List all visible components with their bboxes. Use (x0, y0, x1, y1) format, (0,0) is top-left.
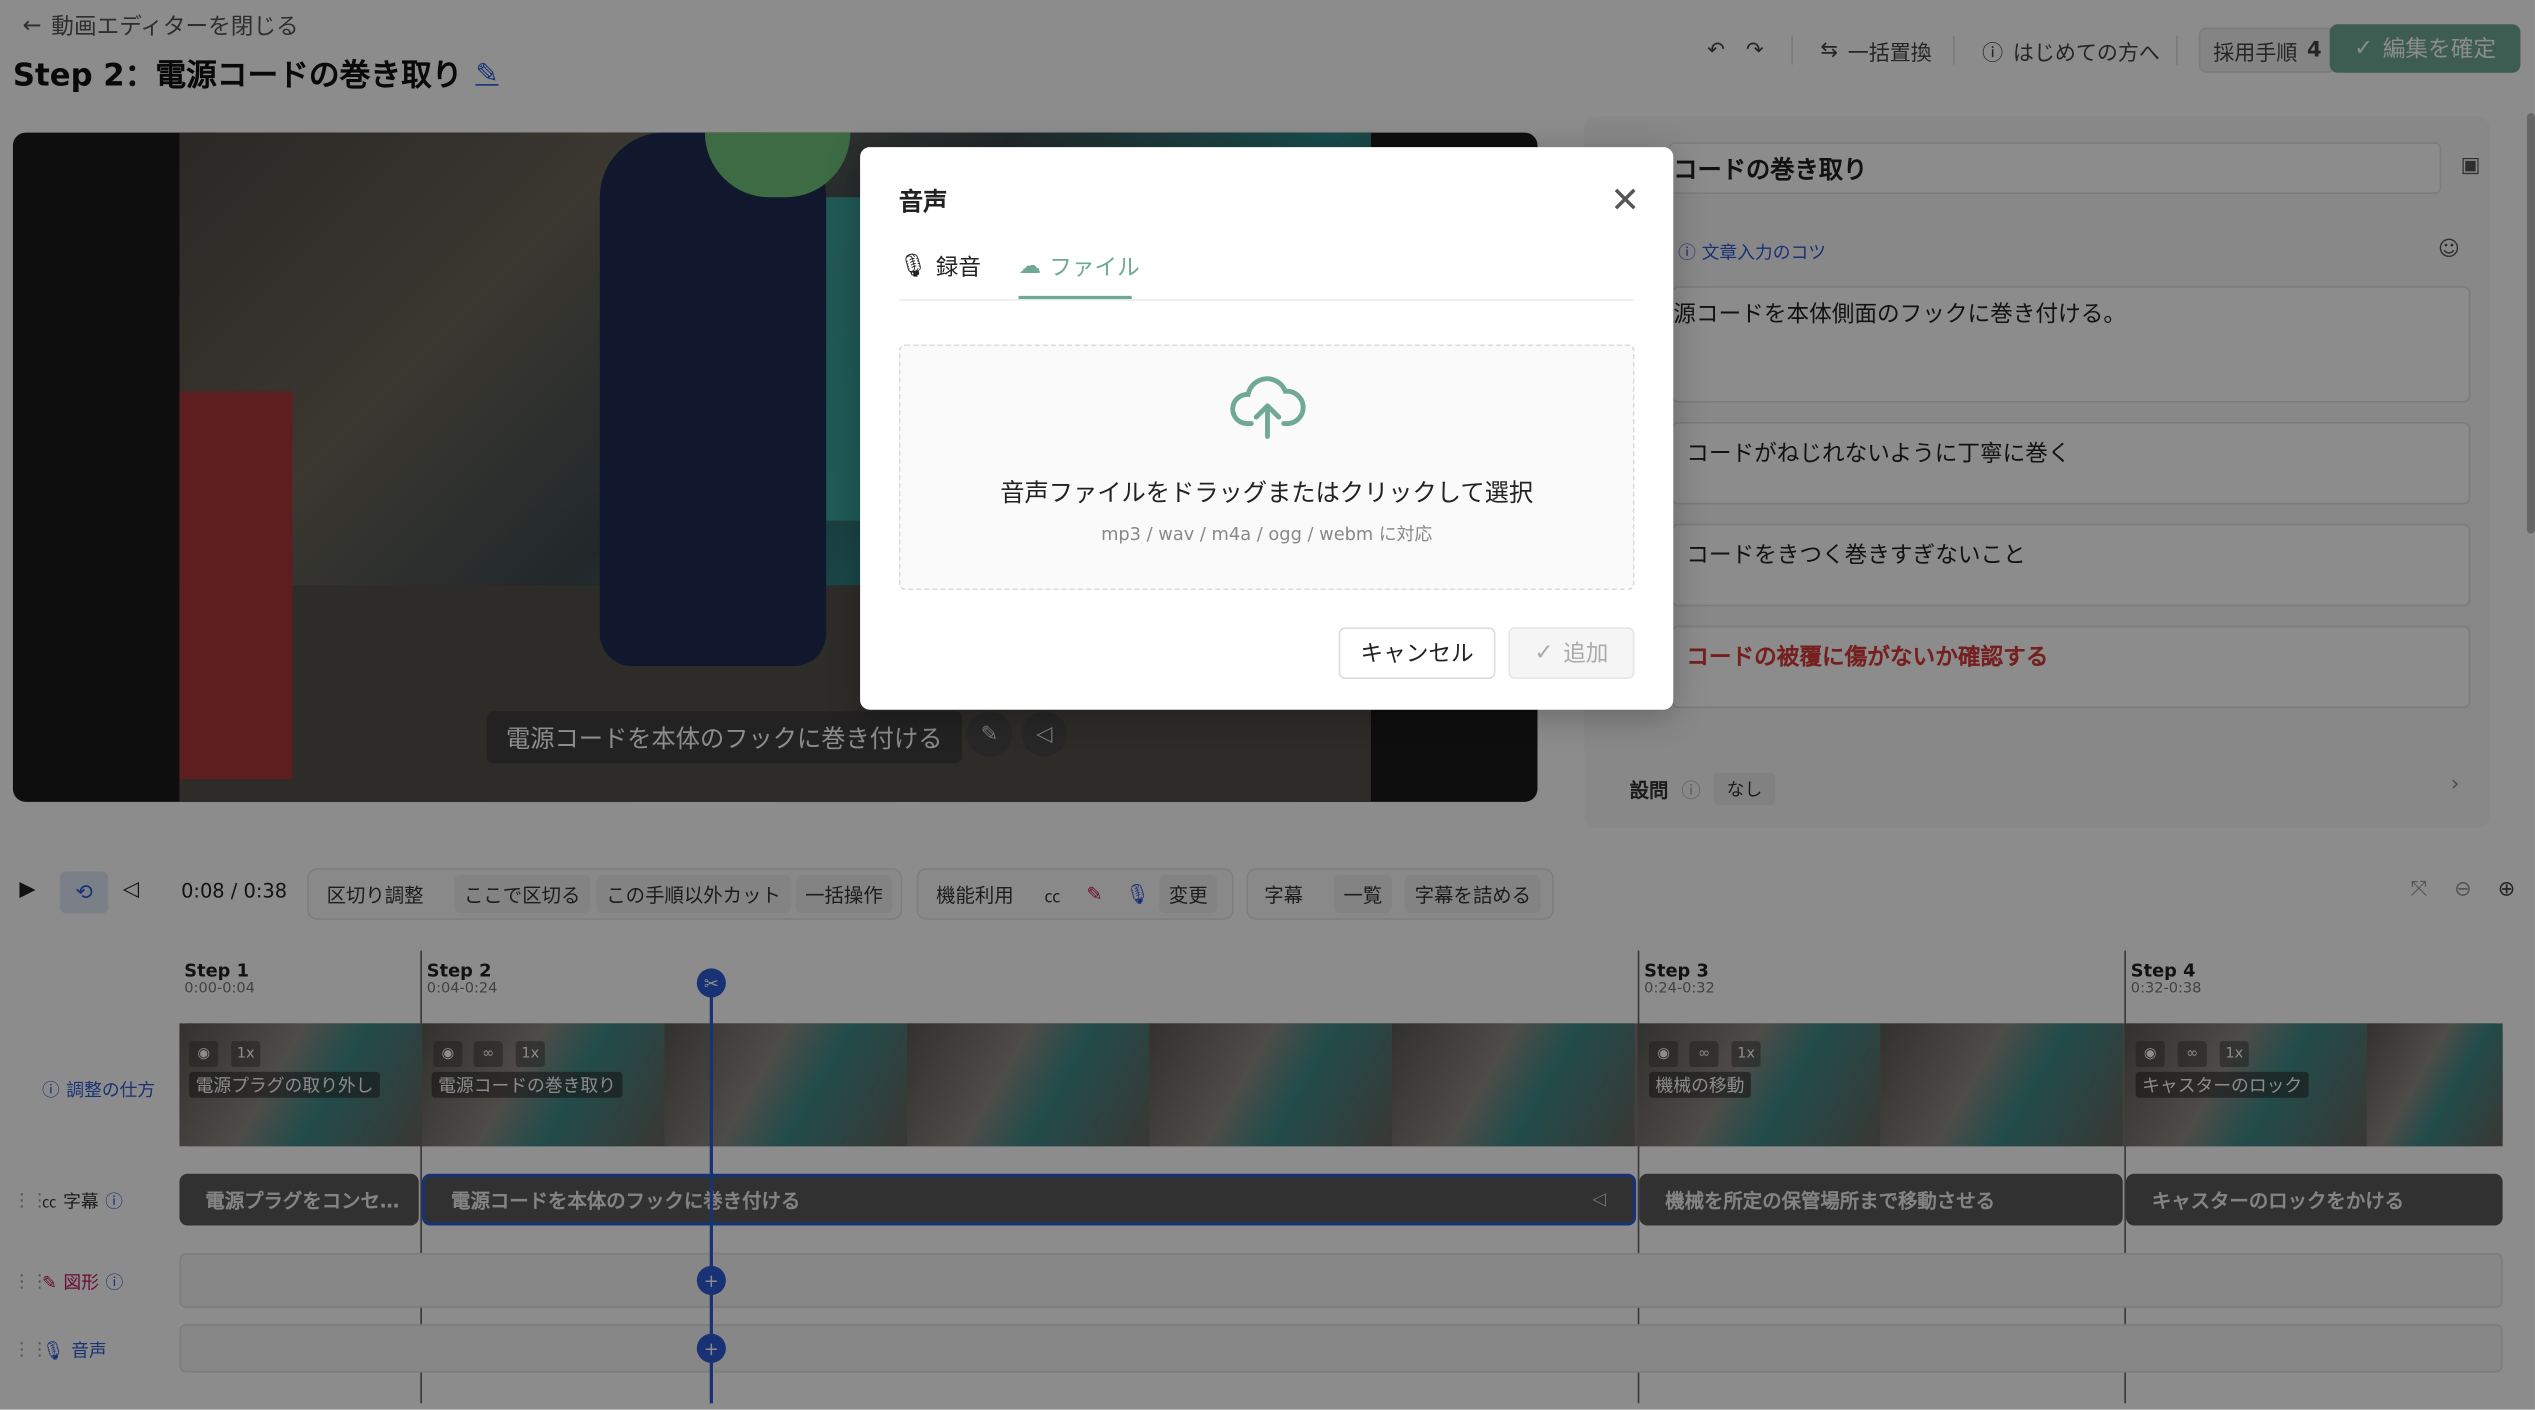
modal-title: 音声 (898, 187, 948, 217)
page: ← 動画エディターを閉じる Step 2：電源コードの巻き取り ✎ ↶ ↷ ⇆ 一括置… (0, 0, 2535, 1410)
tab-file[interactable]: ☁ ファイル (1019, 251, 1140, 283)
cloud-upload-icon (1229, 372, 1307, 443)
tab-active-indicator (1018, 295, 1132, 300)
cancel-button[interactable]: キャンセル (1338, 627, 1496, 680)
close-icon[interactable]: ✕ (1610, 181, 1640, 221)
supported-formats: mp3 / wav / m4a / ogg / webm に対応 (1101, 523, 1433, 545)
tab-divider (898, 299, 1635, 301)
add-button[interactable]: ✓ 追加 (1508, 627, 1635, 680)
drop-instruction: 音声ファイルをドラッグまたはクリックして選択 (1000, 478, 1534, 508)
tab-record[interactable]: 🎙 録音 (899, 251, 981, 283)
mic-icon: 🎙 (898, 253, 928, 280)
check-icon: ✓ (1534, 640, 1554, 667)
cloud-upload-icon: ☁ (1018, 253, 1042, 280)
